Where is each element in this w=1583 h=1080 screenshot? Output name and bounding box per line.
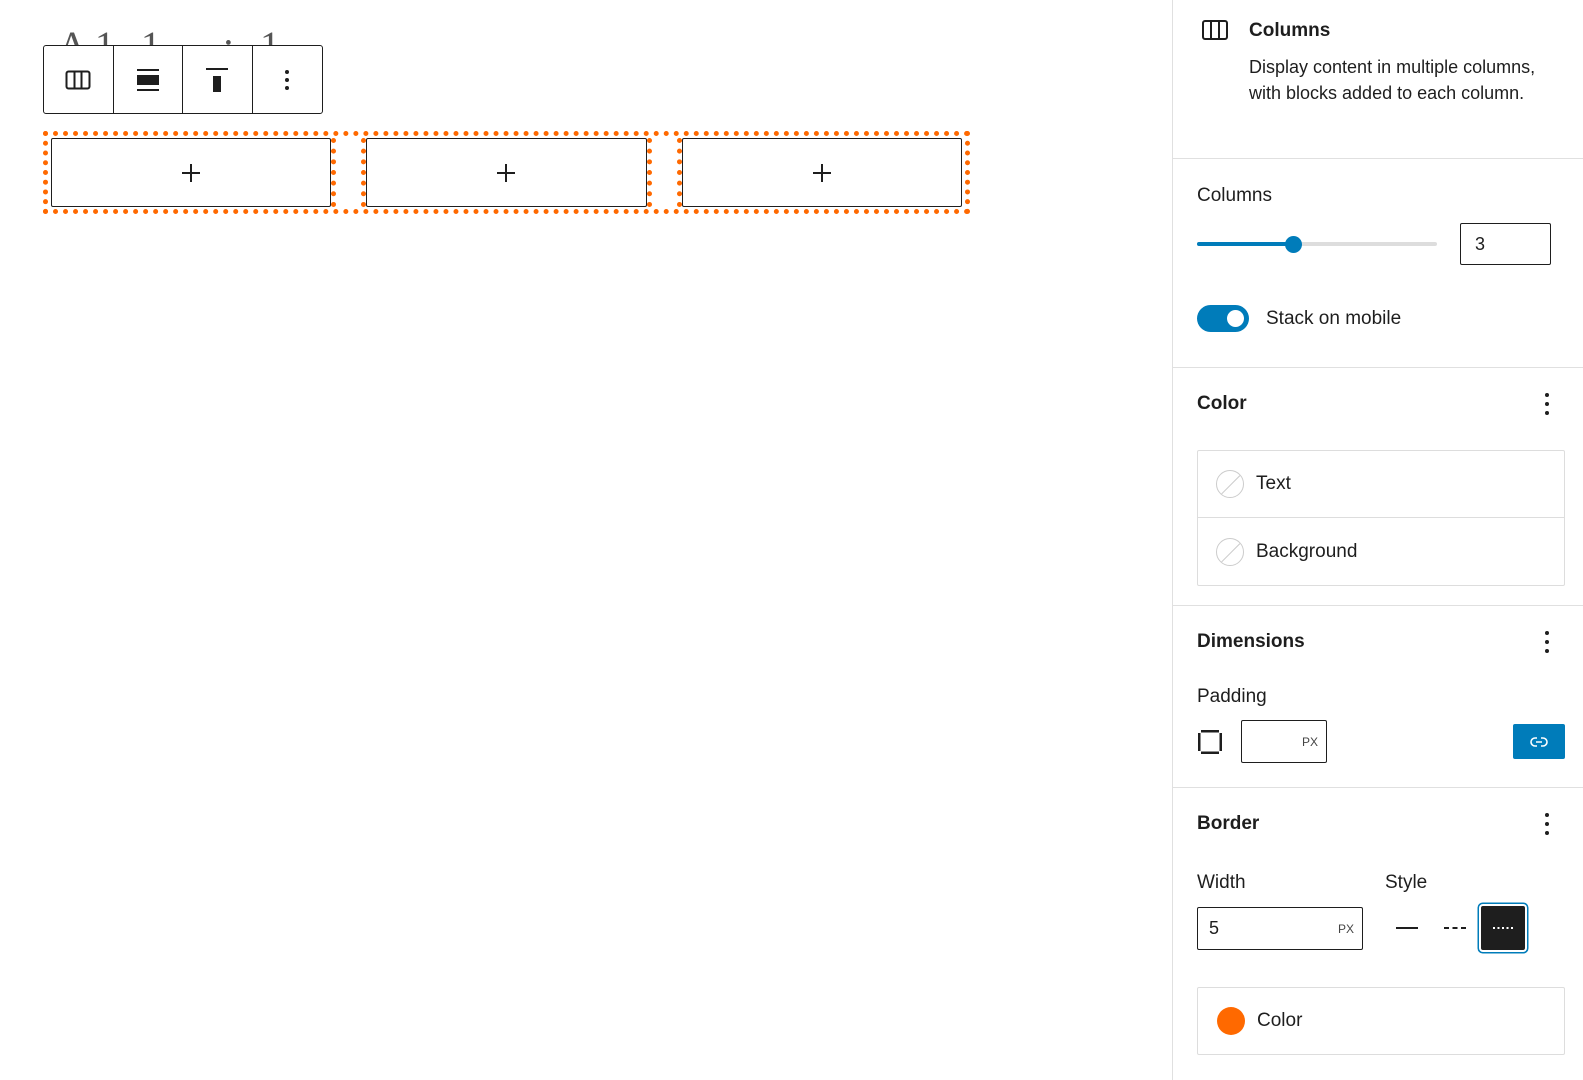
block-appender-button[interactable] <box>366 138 647 207</box>
link-icon <box>1530 736 1548 747</box>
color-panel: Color Text Background <box>1173 368 1583 606</box>
color-settings-list: Text Background <box>1197 450 1565 586</box>
border-panel: Border Width Style 5 PX Color <box>1173 788 1583 1078</box>
border-style-dashed-button[interactable] <box>1433 906 1477 950</box>
border-panel-title: Border <box>1197 813 1260 834</box>
columns-block[interactable] <box>43 131 970 214</box>
border-labels: Width Style <box>1173 872 1583 894</box>
dimensions-panel: Dimensions Padding PX <box>1173 606 1583 788</box>
column-block[interactable] <box>361 138 652 207</box>
column-block[interactable] <box>51 138 337 207</box>
padding-unit-select[interactable]: PX <box>1302 735 1318 749</box>
line-dashed-icon <box>1444 927 1466 929</box>
more-options-button[interactable] <box>253 46 323 113</box>
range-thumb[interactable] <box>1285 236 1302 253</box>
column-block[interactable] <box>676 138 962 207</box>
border-color-picker[interactable]: Color <box>1197 987 1565 1055</box>
plus-icon <box>182 163 201 182</box>
padding-label: Padding <box>1197 686 1267 707</box>
columns-icon <box>1202 20 1228 40</box>
padding-control: PX <box>1173 720 1583 763</box>
editor-canvas: A1 1 , : 1 <box>0 0 1173 1080</box>
box-sides-icon <box>1198 729 1222 754</box>
text-color-item[interactable]: Text <box>1198 451 1564 518</box>
align-button[interactable] <box>114 46 183 113</box>
border-controls: 5 PX <box>1173 906 1583 950</box>
border-width-label: Width <box>1197 872 1246 893</box>
color-panel-header: Color <box>1173 368 1583 440</box>
post-title-partial[interactable]: A1 1 , : 1 <box>58 18 288 48</box>
link-sides-button[interactable] <box>1513 724 1565 759</box>
color-item-label: Text <box>1256 473 1291 494</box>
stack-on-mobile-label: Stack on mobile <box>1266 307 1402 329</box>
block-card-title: Columns <box>1249 20 1331 41</box>
vertical-align-button[interactable] <box>183 46 253 113</box>
border-options-button[interactable] <box>1535 809 1559 839</box>
columns-count-label: Columns <box>1197 185 1272 206</box>
border-width-input[interactable]: 5 PX <box>1197 906 1363 950</box>
border-width-value: 5 <box>1209 917 1220 938</box>
border-width-unit-select[interactable]: PX <box>1338 922 1354 936</box>
line-solid-icon <box>1396 927 1418 929</box>
plus-icon <box>812 163 831 182</box>
stack-on-mobile-row: Stack on mobile <box>1197 305 1559 332</box>
block-card-description: Display content in multiple columns, wit… <box>1249 57 1536 103</box>
range-fill <box>1197 242 1293 246</box>
border-style-label: Style <box>1385 872 1428 893</box>
border-panel-header: Border <box>1173 788 1583 860</box>
plus-icon <box>497 163 516 182</box>
vertical-ellipsis-icon <box>1545 393 1549 415</box>
background-color-item[interactable]: Background <box>1198 518 1564 585</box>
columns-count-control: 3 <box>1197 223 1559 265</box>
columns-range-slider[interactable] <box>1197 234 1437 254</box>
block-card: Columns Display content in multiple colu… <box>1173 0 1583 159</box>
color-options-button[interactable] <box>1535 389 1559 419</box>
color-swatch-icon <box>1217 1007 1245 1035</box>
block-settings-sidebar: Columns Display content in multiple colu… <box>1172 0 1583 1080</box>
vertical-ellipsis-icon <box>285 69 290 90</box>
no-color-swatch-icon <box>1216 470 1244 498</box>
align-top-icon <box>206 67 229 92</box>
border-style-solid-button[interactable] <box>1385 906 1429 950</box>
border-color-label: Color <box>1257 1010 1303 1031</box>
no-color-swatch-icon <box>1216 537 1244 566</box>
columns-icon <box>65 70 91 89</box>
align-wide-icon <box>136 68 159 91</box>
block-type-columns-button[interactable] <box>44 46 114 113</box>
line-dotted-icon <box>1493 927 1513 929</box>
toggle-knob <box>1227 310 1244 327</box>
block-appender-button[interactable] <box>681 138 962 207</box>
vertical-ellipsis-icon <box>1545 813 1549 835</box>
color-panel-title: Color <box>1197 393 1247 414</box>
vertical-ellipsis-icon <box>1545 631 1549 653</box>
block-appender-button[interactable] <box>51 138 332 207</box>
settings-panel: Columns 3 Stack on mobile <box>1173 159 1583 368</box>
padding-input[interactable]: PX <box>1241 720 1327 763</box>
dimensions-options-button[interactable] <box>1535 627 1559 657</box>
stack-on-mobile-toggle[interactable] <box>1197 305 1249 332</box>
color-item-label: Background <box>1256 540 1358 562</box>
dimensions-panel-title: Dimensions <box>1197 631 1305 652</box>
border-style-dotted-button[interactable] <box>1481 906 1525 950</box>
block-toolbar <box>43 45 323 114</box>
columns-count-input[interactable]: 3 <box>1460 223 1551 265</box>
dimensions-panel-header: Dimensions <box>1173 606 1583 678</box>
